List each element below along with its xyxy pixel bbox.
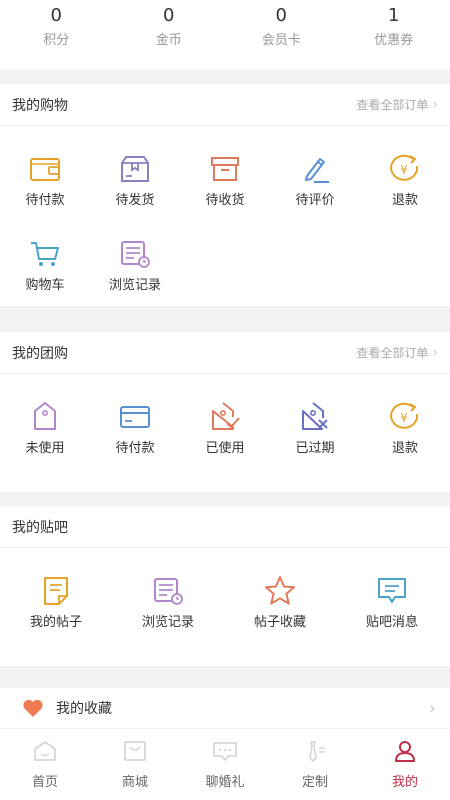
shop-refund[interactable]: ¥ 退款: [365, 152, 445, 209]
tag-icon: [34, 402, 56, 430]
tieba-favorite-posts-label: 帖子收藏: [253, 615, 306, 630]
group-view-all-label: 查看全部订单: [356, 346, 429, 360]
stats-bar: 0 积分 0 金币 0 会员卡 1 优惠券: [0, 0, 450, 70]
shop-pending-shipment-label: 待发货: [115, 193, 155, 208]
chevron-right-icon: ›: [428, 697, 436, 719]
stat-coupons[interactable]: 1 优惠券: [338, 0, 450, 70]
shop-pending-receipt-label: 待收货: [205, 193, 245, 208]
shop-pending-shipment[interactable]: 待发货: [95, 152, 175, 209]
group-pending-payment[interactable]: 待付款: [95, 400, 175, 457]
tab-mall[interactable]: 商城: [90, 729, 180, 800]
shop-pending-review-label: 待评价: [295, 193, 335, 208]
section-shopping: 我的购物 查看全部订单 › 待付款 待发货 待收货 待评价 ¥ 退款 购物车 浏…: [0, 84, 450, 306]
tieba-header: 我的贴吧: [0, 506, 450, 548]
tab-mall-label: 商城: [121, 775, 148, 790]
tieba-my-posts[interactable]: 我的帖子: [0, 574, 112, 631]
group-unused[interactable]: 未使用: [5, 400, 85, 457]
tieba-browse-history[interactable]: 浏览记录: [112, 574, 224, 631]
document-icon: [44, 577, 68, 605]
shop-browse-history[interactable]: 浏览记录: [95, 237, 175, 294]
group-expired-label: 已过期: [295, 441, 335, 456]
shop-cart-label: 购物车: [25, 278, 65, 293]
group-pending-payment-label: 待付款: [115, 441, 155, 456]
tab-mine-label: 我的: [391, 775, 418, 790]
group-header: 我的团购 查看全部订单 ›: [0, 332, 450, 374]
tag-expired-icon: [302, 402, 328, 430]
shop-pending-payment-label: 待付款: [25, 193, 65, 208]
chevron-right-icon: ›: [432, 344, 438, 361]
stat-points[interactable]: 0 积分: [0, 0, 113, 70]
shopping-bag-icon: [124, 741, 146, 761]
svg-text:¥: ¥: [400, 411, 408, 425]
shopping-title: 我的购物: [12, 97, 68, 114]
tieba-messages-label: 贴吧消息: [365, 615, 418, 630]
box-icon: [211, 157, 239, 181]
group-expired[interactable]: 已过期: [275, 400, 355, 457]
favorites-row[interactable]: 我的收藏 ›: [0, 688, 450, 728]
shop-pending-payment[interactable]: 待付款: [5, 152, 85, 209]
chat-icon: [213, 742, 237, 761]
stat-coins-label: 金币: [155, 33, 182, 48]
section-group-buy: 我的团购 查看全部订单 › 未使用 待付款 已使用 已过期 ¥ 退款: [0, 332, 450, 492]
shop-pending-review[interactable]: 待评价: [275, 152, 355, 209]
favorites-title: 我的收藏: [56, 701, 112, 717]
package-icon: [121, 156, 149, 182]
tab-custom[interactable]: 定制: [270, 729, 360, 800]
tab-custom-label: 定制: [301, 775, 328, 790]
card-icon: [120, 406, 150, 428]
shopping-view-all-label: 查看全部订单: [356, 98, 429, 112]
tieba-browse-history-label: 浏览记录: [141, 615, 194, 630]
stat-points-label: 积分: [43, 33, 70, 48]
cart-icon: [31, 242, 59, 266]
group-title: 我的团购: [12, 345, 68, 362]
shopping-view-all-orders[interactable]: 查看全部订单 ›: [356, 96, 438, 113]
tab-home[interactable]: 首页: [0, 729, 90, 800]
tieba-favorite-posts[interactable]: 帖子收藏: [224, 574, 336, 631]
shopping-header: 我的购物 查看全部订单 ›: [0, 84, 450, 126]
tie-icon: [309, 741, 325, 762]
stat-member-card-value: 0: [275, 5, 287, 26]
tieba-my-posts-label: 我的帖子: [29, 615, 82, 630]
group-refund[interactable]: ¥ 退款: [365, 400, 445, 457]
pen-icon: [305, 158, 329, 183]
shop-cart[interactable]: 购物车: [5, 237, 85, 294]
star-icon: [265, 576, 295, 605]
chevron-right-icon: ›: [432, 96, 438, 113]
section-tieba: 我的贴吧 我的帖子 浏览记录 帖子收藏 贴吧消息: [0, 506, 450, 666]
tieba-title: 我的贴吧: [12, 519, 68, 536]
group-unused-label: 未使用: [25, 441, 65, 456]
stat-member-card-label: 会员卡: [261, 33, 301, 48]
stat-coins[interactable]: 0 金币: [113, 0, 226, 70]
group-used-label: 已使用: [205, 441, 245, 456]
tab-home-label: 首页: [31, 775, 58, 790]
bottom-tab-bar: 首页 商城 聊婚礼 定制 我的: [0, 728, 450, 800]
shop-browse-history-label: 浏览记录: [108, 278, 161, 293]
tab-wedding-chat-label: 聊婚礼: [205, 775, 245, 790]
tag-check-icon: [212, 402, 240, 430]
shop-refund-label: 退款: [391, 193, 418, 208]
user-icon: [395, 741, 415, 762]
stat-points-value: 0: [50, 5, 62, 26]
group-view-all-orders[interactable]: 查看全部订单 ›: [356, 344, 438, 361]
group-used[interactable]: 已使用: [185, 400, 265, 457]
refund-icon: ¥: [390, 402, 419, 429]
home-icon: [34, 741, 56, 761]
tab-mine[interactable]: 我的: [360, 729, 450, 800]
svg-text:¥: ¥: [400, 163, 408, 177]
tab-wedding-chat[interactable]: 聊婚礼: [180, 729, 270, 800]
stat-coupons-value: 1: [388, 5, 400, 26]
history-icon: [154, 578, 183, 605]
refund-icon: ¥: [390, 154, 419, 181]
shop-pending-receipt[interactable]: 待收货: [185, 152, 265, 209]
heart-icon: [23, 699, 43, 717]
stat-coupons-label: 优惠券: [374, 33, 414, 48]
wallet-icon: [30, 158, 60, 181]
message-icon: [378, 578, 406, 603]
history-icon: [121, 241, 150, 268]
group-refund-label: 退款: [391, 441, 418, 456]
tieba-messages[interactable]: 贴吧消息: [336, 574, 448, 631]
stat-coins-value: 0: [163, 5, 175, 26]
stat-member-card[interactable]: 0 会员卡: [225, 0, 338, 70]
